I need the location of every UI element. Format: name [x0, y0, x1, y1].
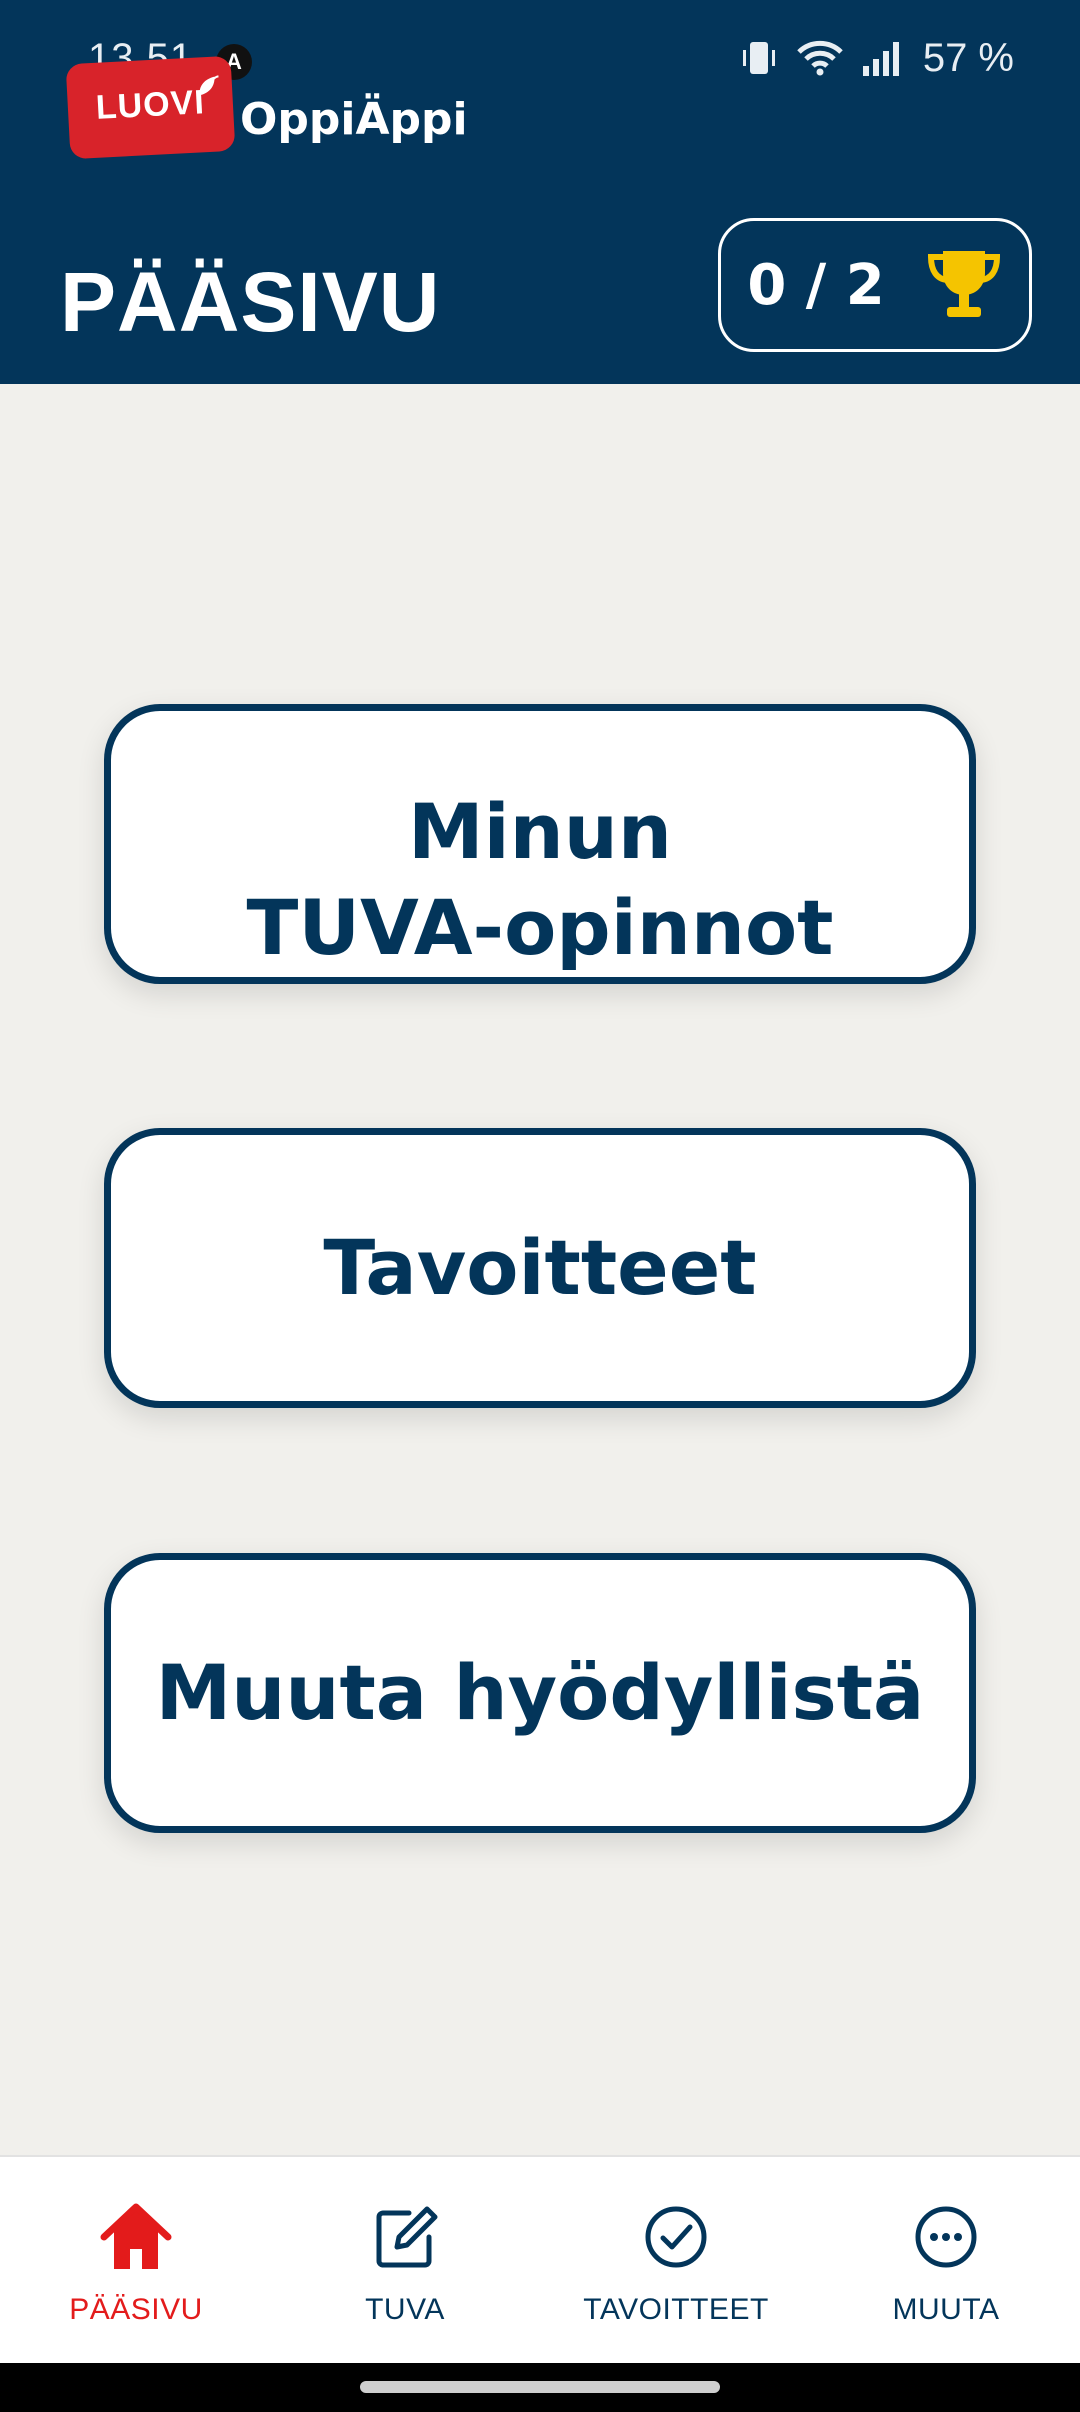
app-header: 13.51 A 57 % LUOVI OppiÄppi PÄÄSIVU 0 / … [0, 0, 1080, 384]
trophy-counter-button[interactable]: 0 / 2 [718, 218, 1032, 352]
menu-button-tavoitteet[interactable]: Tavoitteet [104, 1128, 976, 1408]
menu-button-label: Muuta hyödyllistä [155, 1648, 925, 1737]
nav-label: TAVOITTEET [583, 2293, 769, 2326]
menu-button-label: Tavoitteet [323, 1223, 757, 1312]
edit-icon [376, 2206, 438, 2268]
nav-item-tuva[interactable]: TUVA [285, 2197, 525, 2347]
status-icons: 57 % [739, 34, 1014, 82]
nav-label: MUUTA [892, 2293, 1000, 2326]
menu-button-label: Minun TUVA-opinnot [246, 787, 834, 972]
nav-label: TUVA [365, 2293, 445, 2326]
vibrate-icon [742, 42, 775, 74]
home-icon [100, 2203, 172, 2269]
battery-level: 57 % [922, 35, 1014, 80]
trophy-count: 0 / 2 [747, 252, 885, 318]
more-icon [915, 2206, 977, 2268]
luovi-logo: LUOVI [65, 55, 236, 160]
wifi-icon [797, 40, 843, 76]
menu-button-tuva-opinnot[interactable]: Minun TUVA-opinnot [104, 704, 976, 984]
nav-item-paasivu[interactable]: PÄÄSIVU [16, 2197, 256, 2347]
nav-label: PÄÄSIVU [69, 2293, 203, 2326]
page-title: PÄÄSIVU [60, 255, 441, 349]
system-nav-bar [0, 2363, 1080, 2412]
nav-item-tavoitteet[interactable]: TAVOITTEET [556, 2197, 796, 2347]
home-gesture-handle[interactable] [360, 2381, 720, 2393]
menu-button-muuta-hyodyllista[interactable]: Muuta hyödyllistä [104, 1553, 976, 1833]
trophy-icon [927, 251, 1000, 317]
app-name: OppiÄppi [240, 94, 468, 145]
nav-item-muuta[interactable]: MUUTA [826, 2197, 1066, 2347]
bottom-nav: PÄÄSIVU TUVA TAVOITTEET MUUTA [0, 2155, 1080, 2363]
logo-text: LUOVI [94, 83, 206, 127]
check-circle-icon [645, 2206, 707, 2268]
leaf-icon [199, 75, 219, 96]
signal-icon [862, 42, 899, 76]
